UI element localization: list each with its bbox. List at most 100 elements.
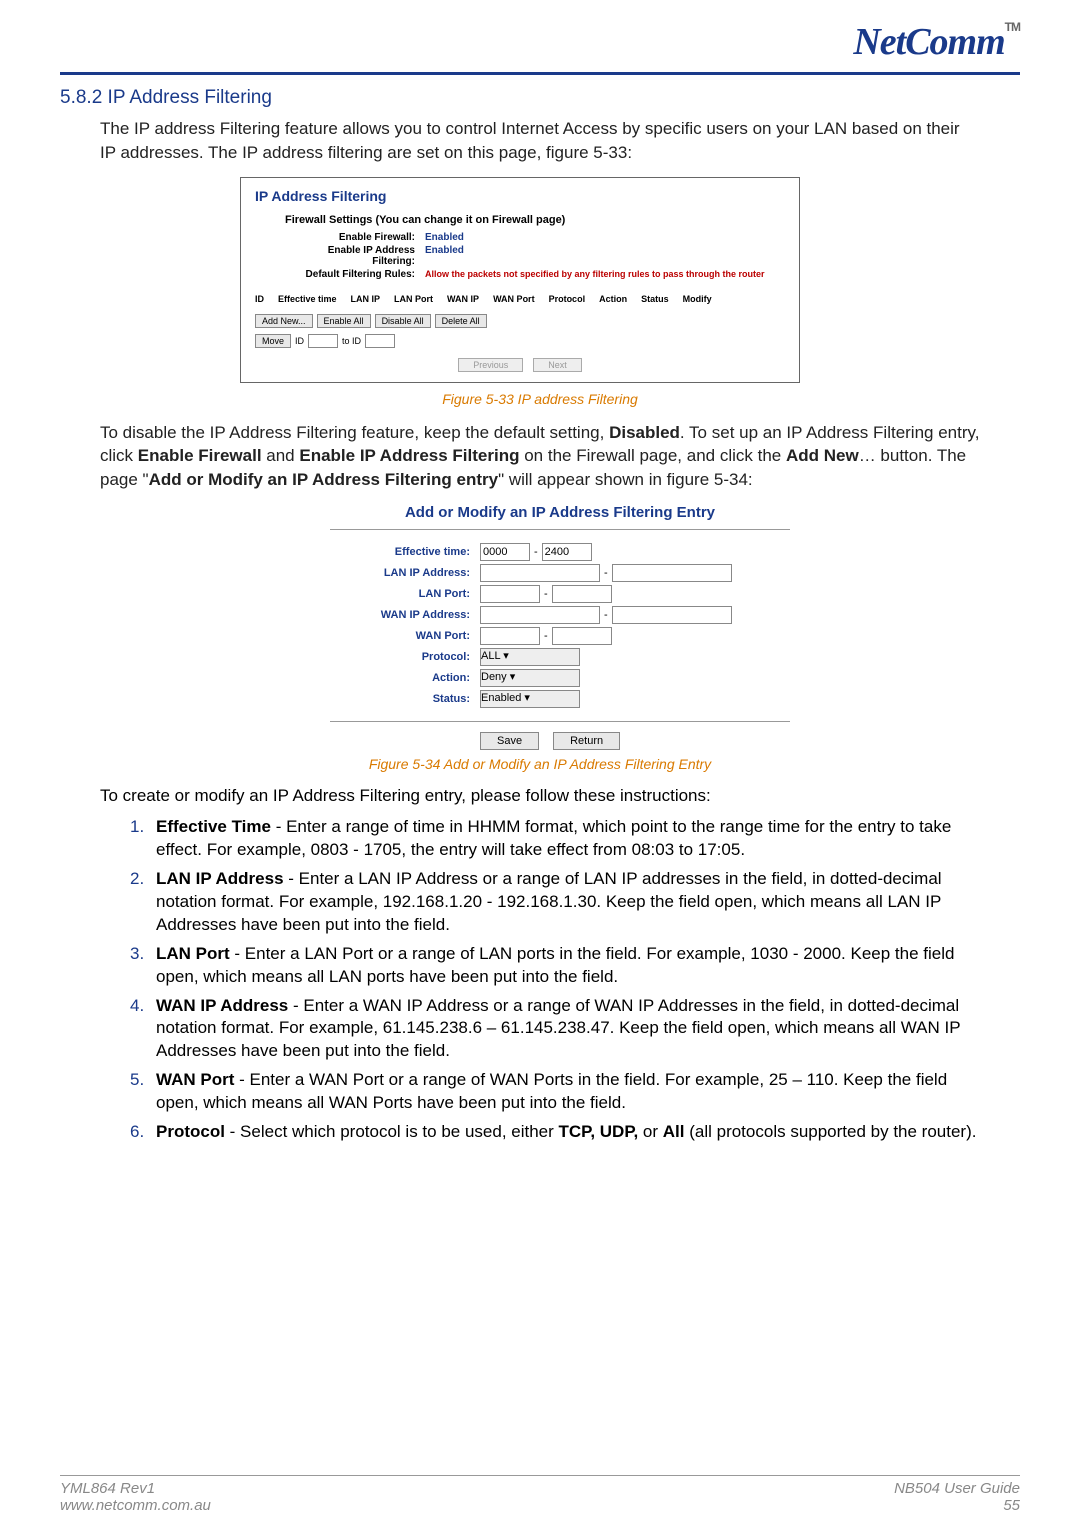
add-new-button[interactable]: Add New... xyxy=(255,314,313,328)
fig2-input-to[interactable] xyxy=(612,606,732,624)
fig1-column-header: Modify xyxy=(683,294,712,304)
move-id-input[interactable] xyxy=(308,334,338,348)
footer-page-num: 55 xyxy=(894,1497,1020,1514)
next-button[interactable]: Next xyxy=(533,358,582,372)
fig2-input-from[interactable] xyxy=(480,585,540,603)
instructions-intro: To create or modify an IP Address Filter… xyxy=(100,786,980,806)
fig2-button-row: Save Return xyxy=(480,732,790,750)
fig2-input-to[interactable] xyxy=(552,585,612,603)
page-header: NetCommTM xyxy=(60,20,1020,75)
instruction-item: 2.LAN IP Address - Enter a LAN IP Addres… xyxy=(130,868,980,937)
footer-right: NB504 User Guide 55 xyxy=(894,1480,1020,1514)
dash: - xyxy=(544,630,548,642)
fig2-field-label: LAN IP Address: xyxy=(330,567,480,579)
dash: - xyxy=(544,588,548,600)
fig2-select[interactable]: Deny ▾ xyxy=(480,669,580,687)
fig1-column-header: WAN IP xyxy=(447,294,479,304)
fig2-input-from[interactable] xyxy=(480,543,530,561)
brand-text: NetComm xyxy=(853,21,1004,63)
footer-doc-id: YML864 Rev1 xyxy=(60,1480,211,1497)
fig1-move-row: Move ID to ID xyxy=(255,334,785,348)
instruction-number: 4. xyxy=(130,995,156,1064)
fig2-input-from[interactable] xyxy=(480,564,600,582)
instructions-list: 1.Effective Time - Enter a range of time… xyxy=(130,816,980,1144)
fig2-field-row: Protocol:ALL ▾ xyxy=(330,648,790,666)
instruction-text: LAN Port - Enter a LAN Port or a range o… xyxy=(156,943,980,989)
fig2-input-from[interactable] xyxy=(480,606,600,624)
fig1-column-header: WAN Port xyxy=(493,294,535,304)
move-toid-input[interactable] xyxy=(365,334,395,348)
fig1-setting-label: Default Filtering Rules: xyxy=(285,269,425,280)
enable-allbutton[interactable]: Enable All xyxy=(317,314,371,328)
fig2-field-label: Protocol: xyxy=(330,651,480,663)
fig1-title: IP Address Filtering xyxy=(255,188,785,204)
fig2-title: Add or Modify an IP Address Filtering En… xyxy=(330,504,790,521)
fig2-field-row: Effective time: - xyxy=(330,543,790,561)
fig1-column-header: Protocol xyxy=(549,294,586,304)
toid-label: to ID xyxy=(342,336,361,346)
instruction-item: 1.Effective Time - Enter a range of time… xyxy=(130,816,980,862)
save-button[interactable]: Save xyxy=(480,732,539,750)
tm-text: TM xyxy=(1005,20,1020,34)
fig2-select[interactable]: Enabled ▾ xyxy=(480,690,580,708)
instruction-number: 1. xyxy=(130,816,156,862)
instruction-number: 6. xyxy=(130,1121,156,1144)
fig1-setting-label: Enable IP Address Filtering: xyxy=(285,245,425,267)
fig2-field-row: LAN Port: - xyxy=(330,585,790,603)
return-button[interactable]: Return xyxy=(553,732,620,750)
fig2-select[interactable]: ALL ▾ xyxy=(480,648,580,666)
fig2-field-label: LAN Port: xyxy=(330,588,480,600)
fig1-setting-row: Enable Firewall:Enabled xyxy=(285,232,785,243)
fig2-field-label: Action: xyxy=(330,672,480,684)
fig2-input-to[interactable] xyxy=(552,627,612,645)
brand-logo: NetCommTM xyxy=(853,20,1020,64)
previous-button[interactable]: Previous xyxy=(458,358,523,372)
fig1-setting-value: Enabled xyxy=(425,232,464,243)
instruction-text: Effective Time - Enter a range of time i… xyxy=(156,816,980,862)
move-button[interactable]: Move xyxy=(255,334,291,348)
footer-url: www.netcomm.com.au xyxy=(60,1497,211,1514)
figure1-caption: Figure 5-33 IP address Filtering xyxy=(60,391,1020,407)
instruction-text: LAN IP Address - Enter a LAN IP Address … xyxy=(156,868,980,937)
instruction-item: 5.WAN Port - Enter a WAN Port or a range… xyxy=(130,1069,980,1115)
fig2-field-label: Status: xyxy=(330,693,480,705)
instruction-text: Protocol - Select which protocol is to b… xyxy=(156,1121,980,1144)
footer-left: YML864 Rev1 www.netcomm.com.au xyxy=(60,1480,211,1514)
fig1-column-header: ID xyxy=(255,294,264,304)
dash: - xyxy=(604,609,608,621)
footer-guide: NB504 User Guide xyxy=(894,1480,1020,1497)
fig2-field-row: WAN IP Address:- xyxy=(330,606,790,624)
fig1-setting-row: Enable IP Address Filtering:Enabled xyxy=(285,245,785,267)
page-footer: YML864 Rev1 www.netcomm.com.au NB504 Use… xyxy=(60,1475,1020,1514)
fig1-column-header: Effective time xyxy=(278,294,337,304)
instruction-number: 5. xyxy=(130,1069,156,1115)
instruction-item: 4.WAN IP Address - Enter a WAN IP Addres… xyxy=(130,995,980,1064)
disable-allbutton[interactable]: Disable All xyxy=(375,314,431,328)
intro-text: The IP address Filtering feature allows … xyxy=(100,117,980,165)
fig2-field-row: Status:Enabled ▾ xyxy=(330,690,790,708)
dash: - xyxy=(534,546,538,558)
figure-2-panel: Add or Modify an IP Address Filtering En… xyxy=(330,504,790,750)
fig2-field-label: Effective time: xyxy=(330,546,480,558)
fig2-field-row: Action:Deny ▾ xyxy=(330,669,790,687)
instruction-text: WAN IP Address - Enter a WAN IP Address … xyxy=(156,995,980,1064)
fig2-field-row: WAN Port: - xyxy=(330,627,790,645)
fig2-input-from[interactable] xyxy=(480,627,540,645)
fig1-button-row: Add New... Enable All Disable All Delete Al… xyxy=(255,314,785,328)
delete-allbutton[interactable]: Delete All xyxy=(435,314,487,328)
fig2-input-to[interactable] xyxy=(542,543,592,561)
dash: - xyxy=(604,567,608,579)
instruction-text: WAN Port - Enter a WAN Port or a range o… xyxy=(156,1069,980,1115)
fig2-field-label: WAN Port: xyxy=(330,630,480,642)
instruction-item: 6.Protocol - Select which protocol is to… xyxy=(130,1121,980,1144)
section-title: 5.8.2 IP Address Filtering xyxy=(60,87,1020,109)
instruction-number: 3. xyxy=(130,943,156,989)
para2: To disable the IP Address Filtering feat… xyxy=(100,421,980,492)
fig2-input-to[interactable] xyxy=(612,564,732,582)
instruction-number: 2. xyxy=(130,868,156,937)
fig1-columns: IDEffective timeLAN IPLAN PortWAN IPWAN … xyxy=(255,294,785,304)
fig1-column-header: LAN Port xyxy=(394,294,433,304)
instruction-item: 3.LAN Port - Enter a LAN Port or a range… xyxy=(130,943,980,989)
id-label: ID xyxy=(295,336,304,346)
fig1-subtitle: Firewall Settings (You can change it on … xyxy=(285,214,785,226)
